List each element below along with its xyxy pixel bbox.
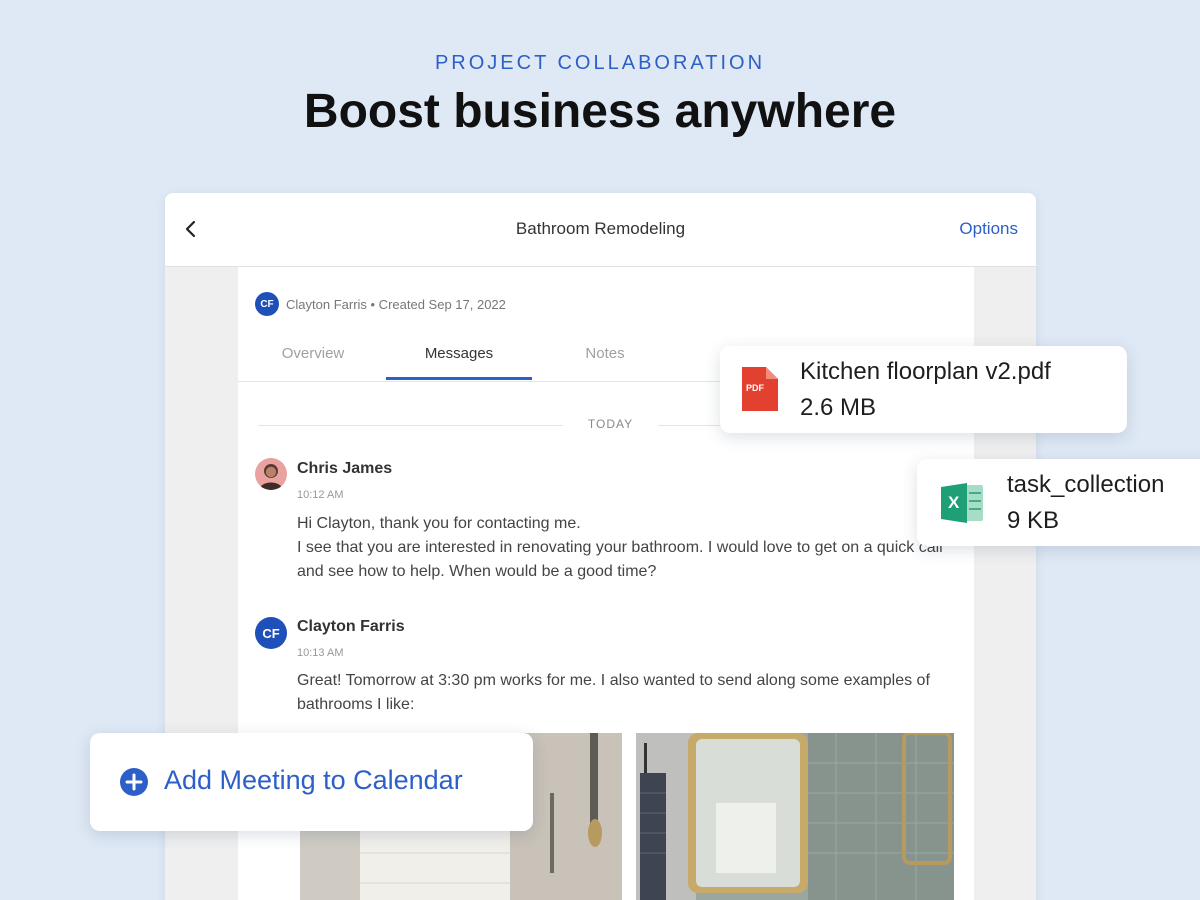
file-name: Kitchen floorplan v2.pdf [800, 358, 1051, 385]
pdf-icon-label: PDF [746, 383, 764, 393]
add-meeting-label: Add Meeting to Calendar [164, 765, 463, 795]
date-label: TODAY [587, 417, 634, 431]
project-meta-text: Clayton Farris • Created Sep 17, 2022 [286, 296, 506, 312]
pdf-file-icon: PDF [742, 367, 778, 411]
message-line: Hi Clayton, thank you for contacting me. [297, 515, 581, 532]
options-button[interactable]: Options [959, 219, 1018, 239]
excel-icon-label: X [948, 493, 960, 512]
file-card-excel[interactable]: X task_collection 9 KB [917, 459, 1200, 546]
file-size: 9 KB [1007, 507, 1060, 534]
project-meta: CF Clayton Farris • Created Sep 17, 2022 [255, 291, 506, 317]
tab-messages[interactable]: Messages [386, 339, 532, 380]
message-time: 10:12 AM [297, 489, 344, 501]
message-time: 10:13 AM [297, 647, 344, 659]
divider-line [258, 425, 563, 426]
message-body: Hi Clayton, thank you for contacting me.… [297, 512, 947, 584]
avatar: CF [255, 292, 279, 316]
message-line: I see that you are interested in renovat… [297, 539, 943, 580]
tab-overview[interactable]: Overview [240, 339, 386, 379]
message-body: Great! Tomorrow at 3:30 pm works for me.… [297, 672, 930, 713]
message-author: Clayton Farris [297, 618, 405, 635]
person-photo-icon [255, 458, 287, 490]
avatar: CF [255, 617, 287, 649]
bathroom-image [636, 733, 954, 900]
bathroom-photo[interactable] [636, 733, 954, 900]
tab-notes[interactable]: Notes [532, 339, 678, 379]
eyebrow-label: PROJECT COLLABORATION [434, 52, 766, 74]
marketing-page: PROJECT COLLABORATION Boost business any… [0, 0, 1200, 900]
plus-circle-icon [120, 768, 148, 796]
excel-file-icon: X [941, 481, 985, 525]
top-bar: Bathroom Remodeling Options [165, 193, 1036, 267]
message-item: Chris James 10:12 AM Hi Clayton, thank y… [255, 458, 955, 598]
headline: Boost business anywhere [303, 85, 897, 138]
file-card-pdf[interactable]: PDF Kitchen floorplan v2.pdf 2.6 MB [720, 346, 1127, 433]
project-title: Bathroom Remodeling [515, 219, 686, 238]
file-size: 2.6 MB [800, 394, 877, 421]
avatar [255, 458, 287, 490]
file-name: task_collection [1007, 471, 1165, 498]
message-item: CF Clayton Farris 10:13 AM Great! Tomorr… [255, 615, 955, 725]
add-meeting-button[interactable]: Add Meeting to Calendar [90, 733, 533, 831]
message-author: Chris James [297, 460, 393, 477]
